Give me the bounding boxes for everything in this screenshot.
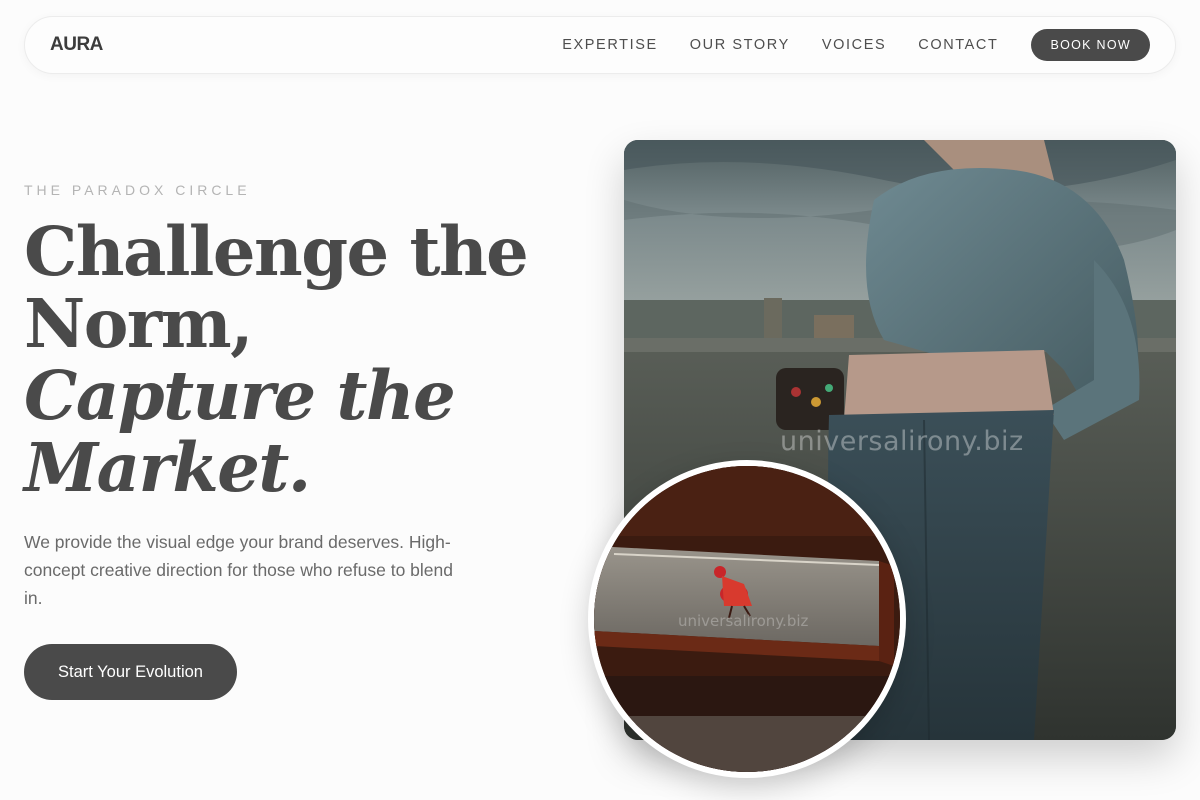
nav-link-our-story[interactable]: OUR STORY [690,37,790,53]
start-evolution-button[interactable]: Start Your Evolution [24,644,237,700]
book-now-button[interactable]: BOOK NOW [1031,29,1150,61]
landing-page: AURA EXPERTISE OUR STORY VOICES CONTACT … [0,0,1200,800]
nav-link-expertise[interactable]: EXPERTISE [562,37,658,53]
nav-links: EXPERTISE OUR STORY VOICES CONTACT [562,37,998,53]
hero-subcopy: We provide the visual edge your brand de… [24,532,453,608]
headline-line-1: Challenge the [24,212,529,291]
nav-link-voices[interactable]: VOICES [822,37,886,53]
top-navbar: AURA EXPERTISE OUR STORY VOICES CONTACT … [24,16,1176,74]
headline-line-2: Norm, [24,284,253,363]
hero-eyebrow: THE PARADOX CIRCLE [24,182,251,198]
headline-line-3: Capture the [24,356,456,435]
nav-link-contact[interactable]: CONTACT [918,37,998,53]
hero-headline: Challenge the Norm, Capture the Market. [24,216,584,504]
main-photo-watermark: universalirony.biz [780,426,1024,457]
circle-photo-watermark: universalirony.biz [678,612,809,630]
brand-logo[interactable]: AURA [50,34,103,56]
headline-line-4: Market. [24,428,311,507]
